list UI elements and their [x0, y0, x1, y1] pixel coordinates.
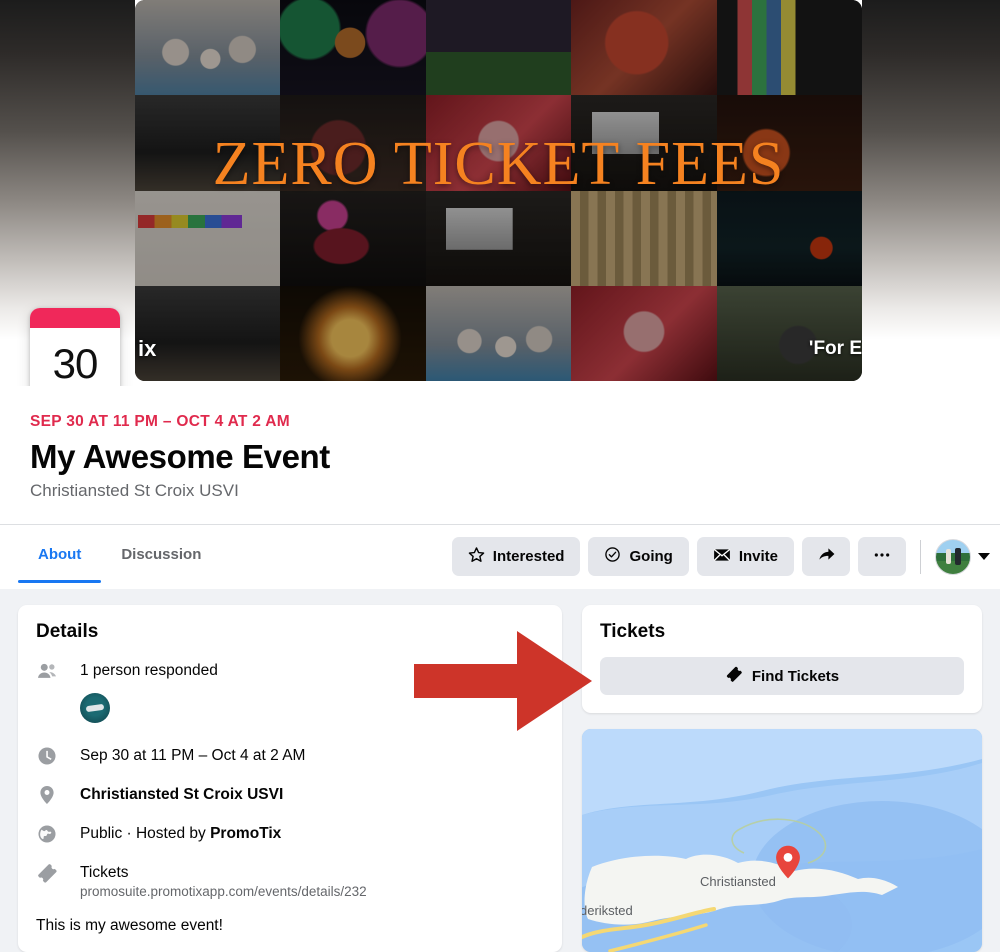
responded-count: 1 person responded — [80, 662, 218, 679]
find-tickets-label: Find Tickets — [751, 667, 840, 685]
going-button[interactable]: Going — [588, 537, 689, 576]
people-icon — [36, 660, 58, 682]
clock-icon — [36, 745, 58, 767]
cover-headline: ZERO TICKET FEES — [212, 130, 785, 198]
details-row-time: Sep 30 at 11 PM – Oct 4 at 2 AM — [36, 745, 544, 767]
avatar — [80, 693, 110, 723]
ellipsis-icon — [872, 545, 892, 569]
collage-tile — [135, 285, 281, 381]
collage-tile — [135, 190, 281, 286]
event-place: Christiansted St Croix USVI — [80, 786, 284, 803]
tab-discussion-label: Discussion — [121, 545, 202, 563]
event-action-buttons: Interested Going Invite — [451, 537, 990, 576]
interested-button[interactable]: Interested — [451, 537, 581, 576]
annotation-arrow-icon — [414, 631, 592, 731]
event-time: Sep 30 at 11 PM – Oct 4 at 2 AM — [80, 747, 306, 764]
page-title: My Awesome Event — [30, 438, 330, 475]
tickets-card: Tickets Find Tickets — [582, 605, 982, 713]
event-location-subtitle: Christiansted St Croix USVI — [30, 481, 239, 500]
event-page: ZERO TICKET FEES ix 'For E 30 SEP 30 AT … — [0, 0, 1000, 952]
details-row-tickets: Tickets promosuite.promotixapp.com/event… — [36, 862, 544, 899]
tab-about-label: About — [38, 545, 82, 563]
location-map[interactable]: Christiansted deriksted — [582, 729, 982, 952]
cover-gradient-right — [862, 0, 1000, 386]
interested-label: Interested — [492, 548, 565, 565]
account-menu[interactable] — [935, 538, 990, 575]
calendar-date-badge: 30 — [30, 308, 120, 386]
event-navbar: About Discussion Interested Going Invite — [0, 524, 1000, 589]
collage-tile — [135, 0, 281, 96]
collage-tile — [716, 190, 862, 286]
cover-photo[interactable]: ZERO TICKET FEES ix 'For E — [135, 0, 862, 381]
tickets-link-block[interactable]: Tickets promosuite.promotixapp.com/event… — [80, 862, 367, 899]
check-circle-icon — [604, 546, 621, 567]
ticket-icon — [725, 665, 743, 687]
collage-tile — [716, 285, 862, 381]
event-date-range: SEP 30 AT 11 PM – OCT 4 AT 2 AM — [30, 413, 290, 430]
tickets-url: promosuite.promotixapp.com/events/detail… — [80, 884, 367, 900]
privacy-prefix: Public · Hosted by — [80, 825, 211, 842]
event-description: This is my awesome event! — [36, 917, 223, 935]
collage-tile — [280, 0, 426, 96]
event-host: PromoTix — [210, 825, 282, 842]
share-arrow-icon — [817, 545, 836, 568]
more-options-button[interactable] — [858, 537, 906, 576]
calendar-badge-day: 30 — [52, 340, 99, 386]
right-column: Tickets Find Tickets Christiansted derik… — [582, 605, 982, 952]
collage-tile — [571, 0, 717, 96]
details-row-privacy: Public · Hosted by PromoTix — [36, 823, 544, 845]
tickets-card-title: Tickets — [600, 621, 666, 642]
tickets-label: Tickets — [80, 864, 129, 881]
collage-tile — [425, 190, 572, 286]
collage-tile — [571, 285, 717, 381]
going-label: Going — [629, 548, 673, 565]
ticket-icon — [36, 862, 58, 884]
avatar — [935, 538, 971, 575]
map-graphic — [582, 729, 982, 952]
cover-watermark-left: ix — [138, 336, 157, 361]
collage-tile — [425, 285, 572, 381]
collage-tile — [280, 190, 426, 286]
location-pin-icon — [36, 784, 58, 806]
collage-tile — [571, 190, 717, 286]
calendar-badge-header — [30, 308, 120, 328]
collage-tile — [280, 285, 426, 381]
tab-about[interactable]: About — [18, 525, 102, 583]
invite-button[interactable]: Invite — [696, 537, 794, 576]
globe-icon — [36, 823, 58, 845]
share-button[interactable] — [802, 537, 850, 576]
map-label-christiansted: Christiansted — [700, 874, 776, 889]
collage-tile — [716, 0, 862, 96]
tab-discussion[interactable]: Discussion — [101, 525, 221, 583]
map-pin-icon — [776, 845, 800, 879]
envelope-icon — [713, 546, 731, 568]
invite-label: Invite — [738, 548, 778, 565]
collage-tile — [425, 0, 572, 96]
action-divider — [920, 539, 921, 574]
map-label-frederiksted: deriksted — [582, 903, 633, 918]
star-icon — [468, 546, 485, 567]
tab-bar: About Discussion — [18, 525, 221, 583]
details-row-place: Christiansted St Croix USVI — [36, 784, 544, 806]
event-title-block: SEP 30 AT 11 PM – OCT 4 AT 2 AM My Aweso… — [0, 386, 1000, 501]
find-tickets-button[interactable]: Find Tickets — [600, 657, 964, 695]
cover-watermark-right: 'For E — [808, 338, 862, 359]
cover-photo-area: ZERO TICKET FEES ix 'For E 30 — [0, 0, 1000, 386]
event-privacy: Public · Hosted by PromoTix — [80, 823, 281, 843]
chevron-down-icon — [978, 553, 990, 560]
